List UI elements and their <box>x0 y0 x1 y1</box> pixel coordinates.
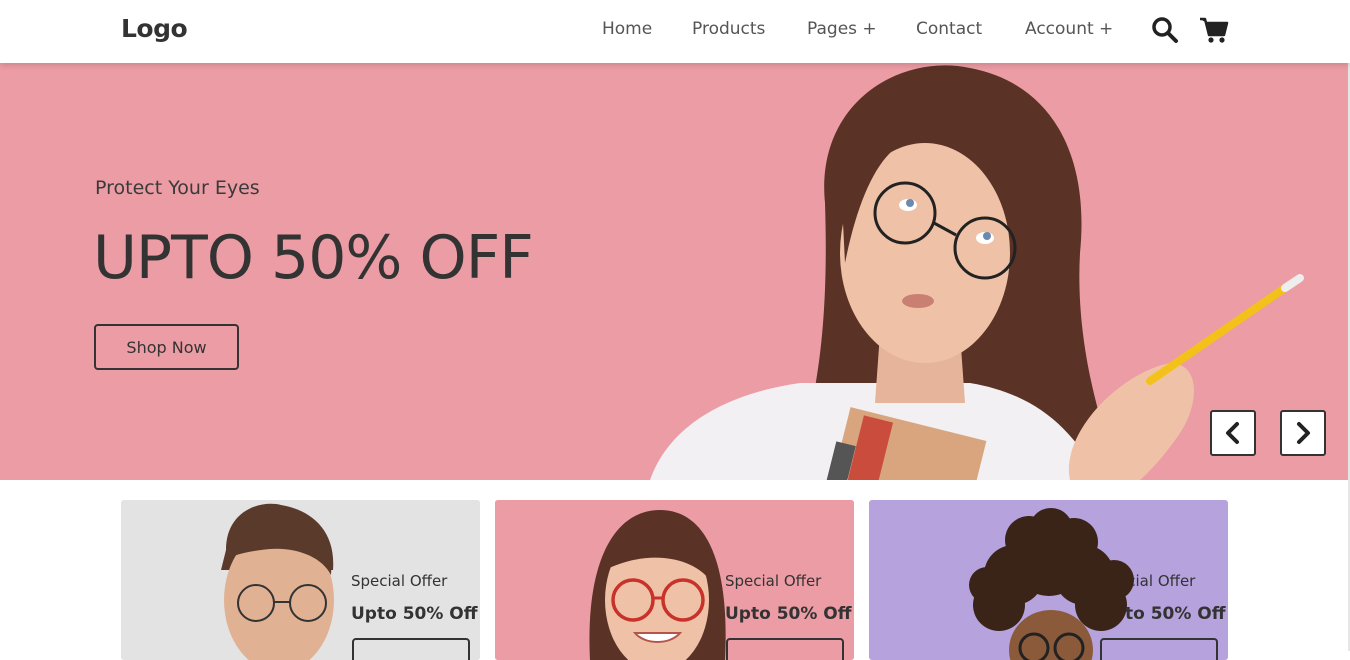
navbar: Logo Home Products Pages + Contact Accou… <box>0 0 1350 63</box>
chevron-right-icon[interactable] <box>1280 410 1326 456</box>
card-title: Upto 50% Off <box>1099 604 1226 624</box>
search-icon[interactable] <box>1151 16 1179 48</box>
hero-subtitle: Protect Your Eyes <box>95 177 260 199</box>
cart-icon[interactable] <box>1199 16 1229 48</box>
card-subtitle: Special Offer <box>351 572 448 590</box>
chevron-left-icon[interactable] <box>1210 410 1256 456</box>
shop-now-button[interactable]: Shop Now <box>94 324 239 370</box>
card-button[interactable] <box>726 638 844 660</box>
card-subtitle: Special Offer <box>1099 572 1196 590</box>
logo[interactable]: Logo <box>121 14 188 43</box>
nav-account[interactable]: Account + <box>1025 19 1113 39</box>
nav-contact[interactable]: Contact <box>916 19 982 39</box>
card-subtitle: Special Offer <box>725 572 822 590</box>
offer-card-3[interactable]: Special Offer Upto 50% Off <box>869 500 1228 660</box>
hero-banner: Protect Your Eyes UPTO 50% OFF Shop Now <box>0 63 1350 480</box>
offer-card-1[interactable]: Special Offer Upto 50% Off <box>121 500 480 660</box>
card-button[interactable] <box>1100 638 1218 660</box>
card-title: Upto 50% Off <box>725 604 852 624</box>
nav-home[interactable]: Home <box>602 19 652 39</box>
nav-pages[interactable]: Pages + <box>807 19 877 39</box>
card-button[interactable] <box>352 638 470 660</box>
hero-title: UPTO 50% OFF <box>93 223 534 293</box>
offer-card-2[interactable]: Special Offer Upto 50% Off <box>495 500 854 660</box>
card-title: Upto 50% Off <box>351 604 478 624</box>
nav-products[interactable]: Products <box>692 19 765 39</box>
